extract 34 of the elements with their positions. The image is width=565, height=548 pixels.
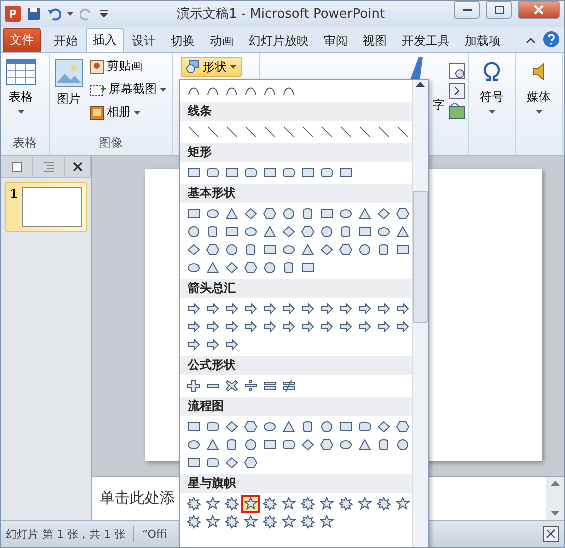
section-header: 箭头总汇 — [180, 279, 412, 298]
theme-name-text: “Offi — [142, 528, 168, 540]
shapes-button[interactable]: 形状 — [181, 57, 242, 77]
button-label: 字 — [433, 97, 445, 114]
ribbon-tab[interactable]: 开发工具 — [395, 30, 457, 52]
ribbon-tab[interactable]: 加载项 — [458, 30, 508, 52]
section-header: 矩形 — [180, 143, 412, 162]
ribbon-tab[interactable]: 审阅 — [317, 30, 355, 52]
ribbon-tab[interactable]: 视图 — [356, 30, 394, 52]
section-header: 基本形状 — [180, 184, 412, 203]
ribbon-tab[interactable]: 切换 — [164, 30, 202, 52]
clip-art-button[interactable]: 剪贴画 — [89, 57, 168, 76]
ribbon-tab[interactable]: 开始 — [47, 30, 85, 52]
app-logo: P — [5, 6, 21, 22]
group-label: 表格 — [12, 135, 38, 152]
picture-button[interactable]: 图片 — [53, 57, 85, 135]
slide-thumbnail[interactable]: 1 — [5, 182, 87, 232]
section-header: 星与旗帜 — [180, 474, 412, 493]
group-label: 图像 — [98, 135, 124, 152]
ribbon-tab[interactable]: 动画 — [203, 30, 241, 52]
ribbon-tab[interactable]: 文件 — [3, 28, 41, 52]
section-header: 流程图 — [180, 397, 412, 416]
screenshot-button[interactable]: 屏幕截图 — [89, 80, 168, 99]
section-header: 线条 — [180, 102, 412, 121]
window-title: 演示文稿1 - Microsoft PowerPoint — [176, 6, 386, 23]
album-button[interactable]: 相册 — [89, 103, 168, 122]
ribbon-tab[interactable]: 设计 — [125, 30, 163, 52]
symbol-button[interactable]: 符号 — [477, 57, 507, 155]
ribbon-tab[interactable]: 插入 — [86, 28, 124, 52]
media-button[interactable]: 媒体 — [525, 57, 553, 155]
table-button[interactable]: 表格 — [4, 57, 38, 135]
slide-count-text: 幻灯片 第 1 张，共 1 张 — [6, 526, 126, 542]
ribbon-tab[interactable]: 幻灯片放映 — [242, 30, 316, 52]
section-header: 公式形状 — [180, 356, 412, 375]
